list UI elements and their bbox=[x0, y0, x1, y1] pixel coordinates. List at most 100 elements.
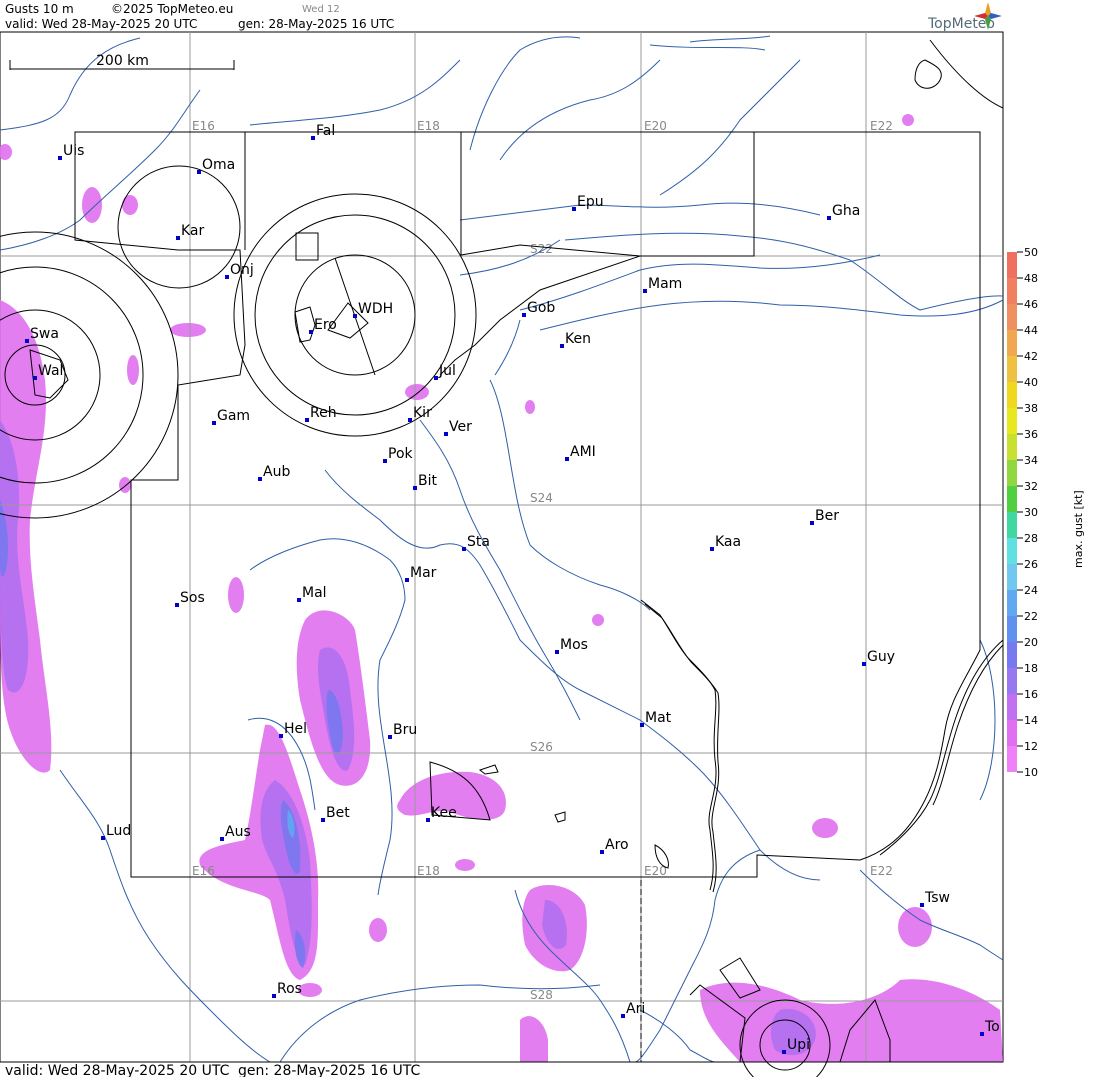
legend-value: 24 bbox=[1024, 584, 1038, 597]
city-sos: Sos bbox=[175, 590, 205, 607]
city-label: Mar bbox=[410, 565, 437, 581]
city-gam: Gam bbox=[212, 408, 250, 425]
city-label: Mam bbox=[648, 276, 682, 292]
city-marker bbox=[640, 723, 644, 727]
legend-title: max. gust [kt] bbox=[1072, 490, 1085, 568]
city-label: Jul bbox=[438, 363, 456, 379]
legend-value: 34 bbox=[1024, 454, 1038, 467]
city-label: Swa bbox=[30, 326, 59, 342]
city-marker bbox=[309, 330, 313, 334]
city-label: WDH bbox=[358, 301, 393, 317]
city-marker bbox=[980, 1032, 984, 1036]
city-wal: Wal bbox=[33, 363, 63, 380]
city-label: Aus bbox=[225, 824, 251, 840]
city-label: Gam bbox=[217, 408, 250, 424]
lon-label: E18 bbox=[417, 864, 440, 878]
legend-swatch bbox=[1007, 252, 1017, 278]
city-marker bbox=[434, 376, 438, 380]
city-mos: Mos bbox=[555, 637, 588, 654]
city-marker bbox=[462, 547, 466, 551]
city-marker bbox=[621, 1014, 625, 1018]
city-gob: Gob bbox=[522, 300, 555, 317]
legend-value: 40 bbox=[1024, 376, 1038, 389]
city-marker bbox=[353, 314, 357, 318]
lat-label: S22 bbox=[530, 242, 553, 256]
city-label: Gha bbox=[832, 203, 860, 219]
legend-value: 42 bbox=[1024, 350, 1038, 363]
city-marker bbox=[782, 1050, 786, 1054]
city-ken: Ken bbox=[560, 331, 591, 348]
legend-value: 12 bbox=[1024, 740, 1038, 753]
city-ber: Ber bbox=[810, 508, 839, 525]
lon-label: E18 bbox=[417, 119, 440, 133]
legend-value: 32 bbox=[1024, 480, 1038, 493]
scale-bar-label: 200 km bbox=[96, 53, 149, 69]
legend-swatch bbox=[1007, 564, 1017, 590]
city-ros: Ros bbox=[272, 981, 302, 998]
legend-value: 48 bbox=[1024, 272, 1038, 285]
legend-value: 36 bbox=[1024, 428, 1038, 441]
city-marker bbox=[426, 818, 430, 822]
city-upi: Upi bbox=[782, 1037, 810, 1054]
city-wdh: WDH bbox=[353, 301, 393, 318]
city-tsw: Tsw bbox=[920, 890, 950, 907]
legend-swatch bbox=[1007, 746, 1017, 772]
city-bet: Bet bbox=[321, 805, 350, 822]
city-oma: Oma bbox=[197, 157, 235, 174]
legend-swatch bbox=[1007, 434, 1017, 460]
city-label: Oma bbox=[202, 157, 235, 173]
city-marker bbox=[572, 207, 576, 211]
city-marker bbox=[279, 734, 283, 738]
topmeteo-star-icon bbox=[974, 2, 1002, 30]
city-label: Ken bbox=[565, 331, 591, 347]
legend-value: 14 bbox=[1024, 714, 1038, 727]
city-hel: Hel bbox=[279, 721, 307, 738]
city-ami: AMI bbox=[565, 444, 596, 461]
city-marker bbox=[827, 216, 831, 220]
legend-swatch bbox=[1007, 304, 1017, 330]
city-label: Gob bbox=[527, 300, 555, 316]
city-marker bbox=[862, 662, 866, 666]
legend-value: 16 bbox=[1024, 688, 1038, 701]
city-marker bbox=[272, 994, 276, 998]
city-label: Bit bbox=[418, 473, 437, 489]
city-aub: Aub bbox=[258, 464, 290, 481]
city-label: Tsw bbox=[924, 890, 950, 906]
city-label: Aro bbox=[605, 837, 629, 853]
city-reh: Reh bbox=[305, 405, 337, 422]
city-label: Upi bbox=[787, 1037, 810, 1053]
lat-label: S28 bbox=[530, 988, 553, 1002]
legend-value: 50 bbox=[1024, 246, 1038, 259]
city-marker bbox=[643, 289, 647, 293]
city-label: Mos bbox=[560, 637, 588, 653]
legend-value: 10 bbox=[1024, 766, 1038, 779]
city-marker bbox=[220, 837, 224, 841]
city-mar: Mar bbox=[405, 565, 437, 582]
lat-label: S24 bbox=[530, 491, 553, 505]
legend-swatch bbox=[1007, 668, 1017, 694]
city-marker bbox=[408, 418, 412, 422]
city-label: Epu bbox=[577, 194, 604, 210]
footer-valid: valid: Wed 28-May-2025 20 UTC bbox=[5, 1063, 230, 1077]
city-label: Hel bbox=[284, 721, 307, 737]
city-lud: Lud bbox=[101, 823, 131, 840]
city-kee: Kee bbox=[426, 805, 457, 822]
city-label: To bbox=[984, 1019, 1000, 1035]
city-marker bbox=[600, 850, 604, 854]
city-marker bbox=[297, 598, 301, 602]
lon-label: E22 bbox=[870, 119, 893, 133]
city-pok: Pok bbox=[383, 446, 414, 463]
city-mal: Mal bbox=[297, 585, 327, 602]
legend-swatch bbox=[1007, 694, 1017, 720]
city-swa: Swa bbox=[25, 326, 59, 343]
legend-swatch bbox=[1007, 356, 1017, 382]
city-label: Aub bbox=[263, 464, 290, 480]
city-marker bbox=[444, 432, 448, 436]
city-marker bbox=[522, 313, 526, 317]
legend-swatch bbox=[1007, 642, 1017, 668]
city-aro: Aro bbox=[600, 837, 629, 854]
city-marker bbox=[305, 418, 309, 422]
legend-swatch bbox=[1007, 330, 1017, 356]
city-label: Kir bbox=[413, 405, 432, 421]
city-marker bbox=[810, 521, 814, 525]
